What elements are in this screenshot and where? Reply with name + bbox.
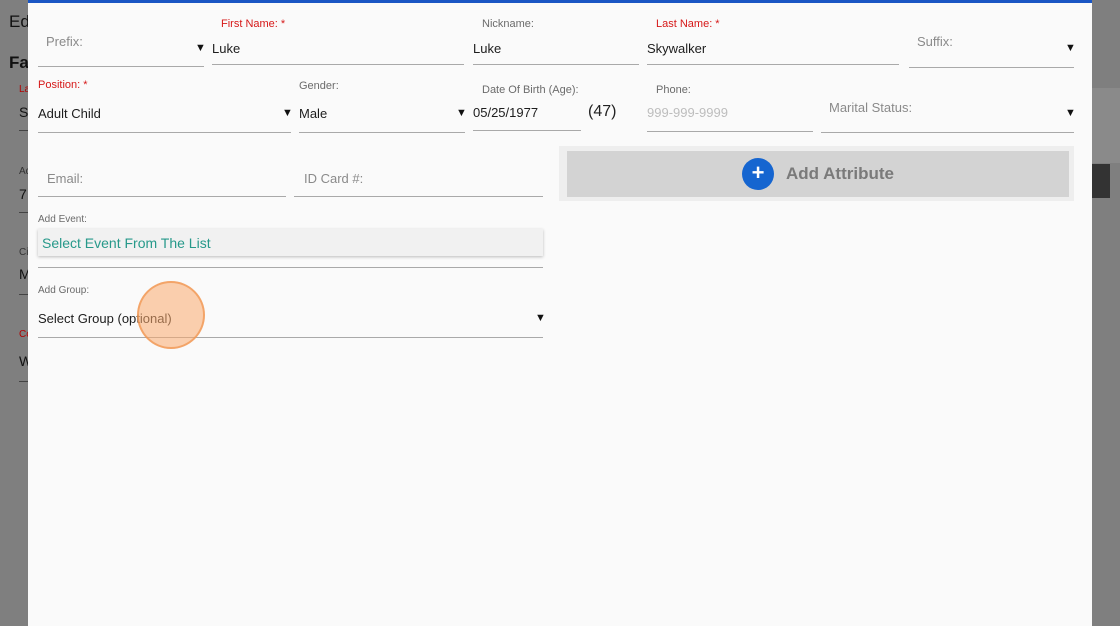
id-card-label: ID Card #: <box>304 171 364 186</box>
add-group-label: Add Group: <box>38 285 90 296</box>
bg-dark-block <box>1092 164 1110 198</box>
chevron-down-icon: ▼ <box>1065 42 1076 54</box>
email-underline <box>38 196 286 197</box>
bg-divider <box>19 294 28 295</box>
bg-divider <box>19 130 28 131</box>
first-name-underline <box>212 64 464 65</box>
add-event-underline <box>38 267 543 268</box>
suffix-underline <box>909 67 1074 68</box>
nickname-input[interactable]: Luke <box>473 41 501 56</box>
gender-underline <box>299 132 465 133</box>
bg-title-fragment: Ed <box>9 12 30 31</box>
chevron-down-icon: ▼ <box>195 42 206 54</box>
first-name-label: First Name: * <box>221 18 286 30</box>
chevron-down-icon: ▼ <box>456 107 467 119</box>
suffix-label: Suffix: <box>917 34 953 49</box>
phone-underline <box>647 131 813 132</box>
bg-section-fragment: Fa <box>9 53 29 72</box>
bg-fragment: 7 <box>19 186 27 202</box>
add-group-underline <box>38 337 543 338</box>
bg-fragment: S <box>19 104 29 120</box>
edit-member-modal: Prefix: ▼ First Name: * Luke Nickname: L… <box>28 0 1092 626</box>
position-label: Position: * <box>38 79 88 91</box>
phone-input[interactable]: 999-999-9999 <box>647 105 728 120</box>
marital-status-label: Marital Status: <box>829 100 913 115</box>
nickname-label: Nickname: <box>482 18 534 30</box>
prefix-underline <box>38 66 204 67</box>
add-attribute-label: Add Attribute <box>786 164 894 183</box>
nickname-underline <box>473 64 639 65</box>
last-name-underline <box>647 64 899 65</box>
age-display: (47) <box>588 103 617 120</box>
add-attribute-button[interactable]: + Add Attribute <box>567 151 1069 197</box>
dob-underline <box>473 130 581 131</box>
position-underline <box>38 132 291 133</box>
click-indicator <box>137 281 205 349</box>
plus-icon: + <box>742 158 775 190</box>
gender-label: Gender: <box>299 80 339 92</box>
last-name-label: Last Name: * <box>656 18 720 30</box>
phone-label: Phone: <box>656 84 691 96</box>
dob-label: Date Of Birth (Age): <box>482 84 579 96</box>
add-event-label: Add Event: <box>38 214 87 225</box>
marital-status-underline <box>821 132 1074 133</box>
id-card-underline <box>294 196 543 197</box>
bg-divider <box>19 381 28 382</box>
last-name-input[interactable]: Skywalker <box>647 41 706 56</box>
add-event-value: Select Event From The List <box>42 235 211 251</box>
dob-input[interactable]: 05/25/1977 <box>473 105 538 120</box>
chevron-down-icon: ▼ <box>535 312 546 324</box>
chevron-down-icon: ▼ <box>1065 107 1076 119</box>
add-event-select[interactable]: Select Event From The List <box>38 229 543 256</box>
gender-value: Male <box>299 106 328 121</box>
prefix-label: Prefix: <box>46 34 83 49</box>
position-value: Adult Child <box>38 106 101 121</box>
first-name-input[interactable]: Luke <box>212 41 240 56</box>
bg-divider <box>19 212 28 213</box>
chevron-down-icon: ▼ <box>282 107 293 119</box>
bg-panel <box>1092 88 1120 163</box>
email-label: Email: <box>47 171 84 186</box>
